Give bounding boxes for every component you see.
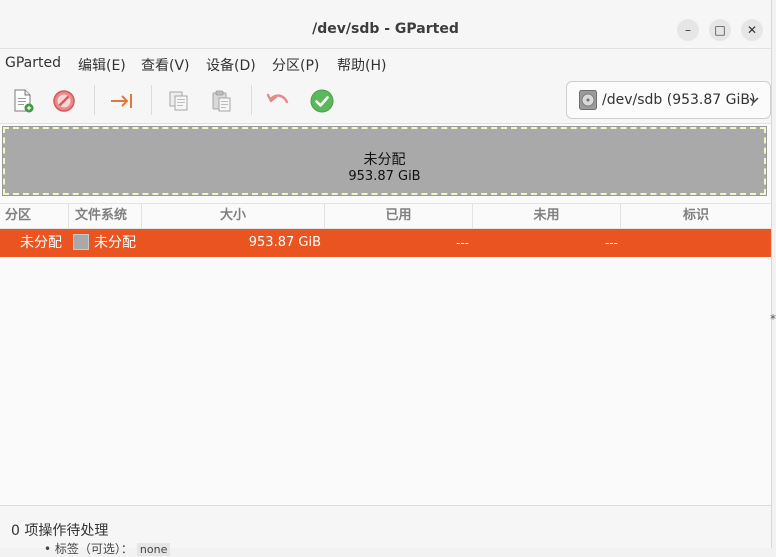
graph-partition-name: 未分配 xyxy=(363,152,406,168)
pending-operations-status: 0 项操作待处理 xyxy=(11,523,109,539)
cell-unused: --- xyxy=(605,236,618,250)
menu-bar: GParted 编辑(E) 查看(V) 设备(D) 分区(P) 帮助(H) xyxy=(0,49,771,79)
toolbar-separator xyxy=(151,85,152,115)
toolbar-separator xyxy=(94,85,95,115)
col-header-filesystem[interactable]: 文件系统 xyxy=(69,204,142,228)
window-title: /dev/sdb - GParted xyxy=(312,21,459,37)
partition-table: 分区 文件系统 大小 已用 未用 标识 未分配 未分配 953.87 GiB -… xyxy=(0,203,771,505)
background-edge-text: * xyxy=(770,312,776,326)
close-button[interactable]: ✕ xyxy=(741,19,763,41)
gparted-window: /dev/sdb - GParted – □ ✕ GParted 编辑(E) 查… xyxy=(0,0,772,548)
filesystem-color-swatch xyxy=(73,234,89,250)
disk-icon xyxy=(579,90,597,110)
col-header-partition[interactable]: 分区 xyxy=(0,204,69,228)
background-code: none xyxy=(136,543,171,556)
cell-used: --- xyxy=(456,236,469,250)
menu-device[interactable]: 设备(D) xyxy=(206,55,256,75)
cell-size: 953.87 GiB xyxy=(248,235,321,250)
paste-icon[interactable] xyxy=(210,89,234,113)
menu-help[interactable]: 帮助(H) xyxy=(337,55,386,75)
title-bar: /dev/sdb - GParted – □ ✕ xyxy=(0,0,771,49)
resize-move-icon[interactable] xyxy=(110,89,134,113)
copy-icon[interactable] xyxy=(167,89,191,113)
background-label: • 标签（可选）： xyxy=(44,542,133,556)
minimize-button[interactable]: – xyxy=(677,19,699,41)
menu-view[interactable]: 查看(V) xyxy=(141,55,190,75)
table-row[interactable]: 未分配 未分配 953.87 GiB --- --- xyxy=(0,229,771,257)
menu-gparted[interactable]: GParted xyxy=(5,55,61,71)
device-selector[interactable]: /dev/sdb (953.87 GiB) xyxy=(566,81,771,119)
partition-graph: 未分配 953.87 GiB xyxy=(0,124,771,202)
maximize-button[interactable]: □ xyxy=(709,19,731,41)
chevron-down-icon xyxy=(749,97,759,104)
device-selector-label: /dev/sdb (953.87 GiB) xyxy=(602,92,756,108)
menu-partition[interactable]: 分区(P) xyxy=(272,55,319,75)
toolbar: /dev/sdb (953.87 GiB) xyxy=(0,79,771,124)
cell-partition: 未分配 xyxy=(20,235,62,251)
col-header-flags[interactable]: 标识 xyxy=(621,204,771,228)
col-header-size[interactable]: 大小 xyxy=(142,204,325,228)
table-header: 分区 文件系统 大小 已用 未用 标识 xyxy=(0,203,771,229)
cell-flags xyxy=(621,229,771,257)
col-header-unused[interactable]: 未用 xyxy=(473,204,621,228)
col-header-used[interactable]: 已用 xyxy=(325,204,473,228)
toolbar-separator xyxy=(251,85,252,115)
unallocated-block[interactable]: 未分配 953.87 GiB xyxy=(2,126,767,196)
undo-icon[interactable] xyxy=(266,89,290,113)
new-partition-icon[interactable] xyxy=(11,89,35,113)
graph-partition-size: 953.87 GiB xyxy=(348,169,421,184)
delete-icon[interactable] xyxy=(52,89,76,113)
menu-edit[interactable]: 编辑(E) xyxy=(78,55,126,75)
apply-icon[interactable] xyxy=(310,89,334,113)
background-window-text: • 标签（可选）： none xyxy=(44,540,171,557)
cell-filesystem: 未分配 xyxy=(94,235,136,251)
